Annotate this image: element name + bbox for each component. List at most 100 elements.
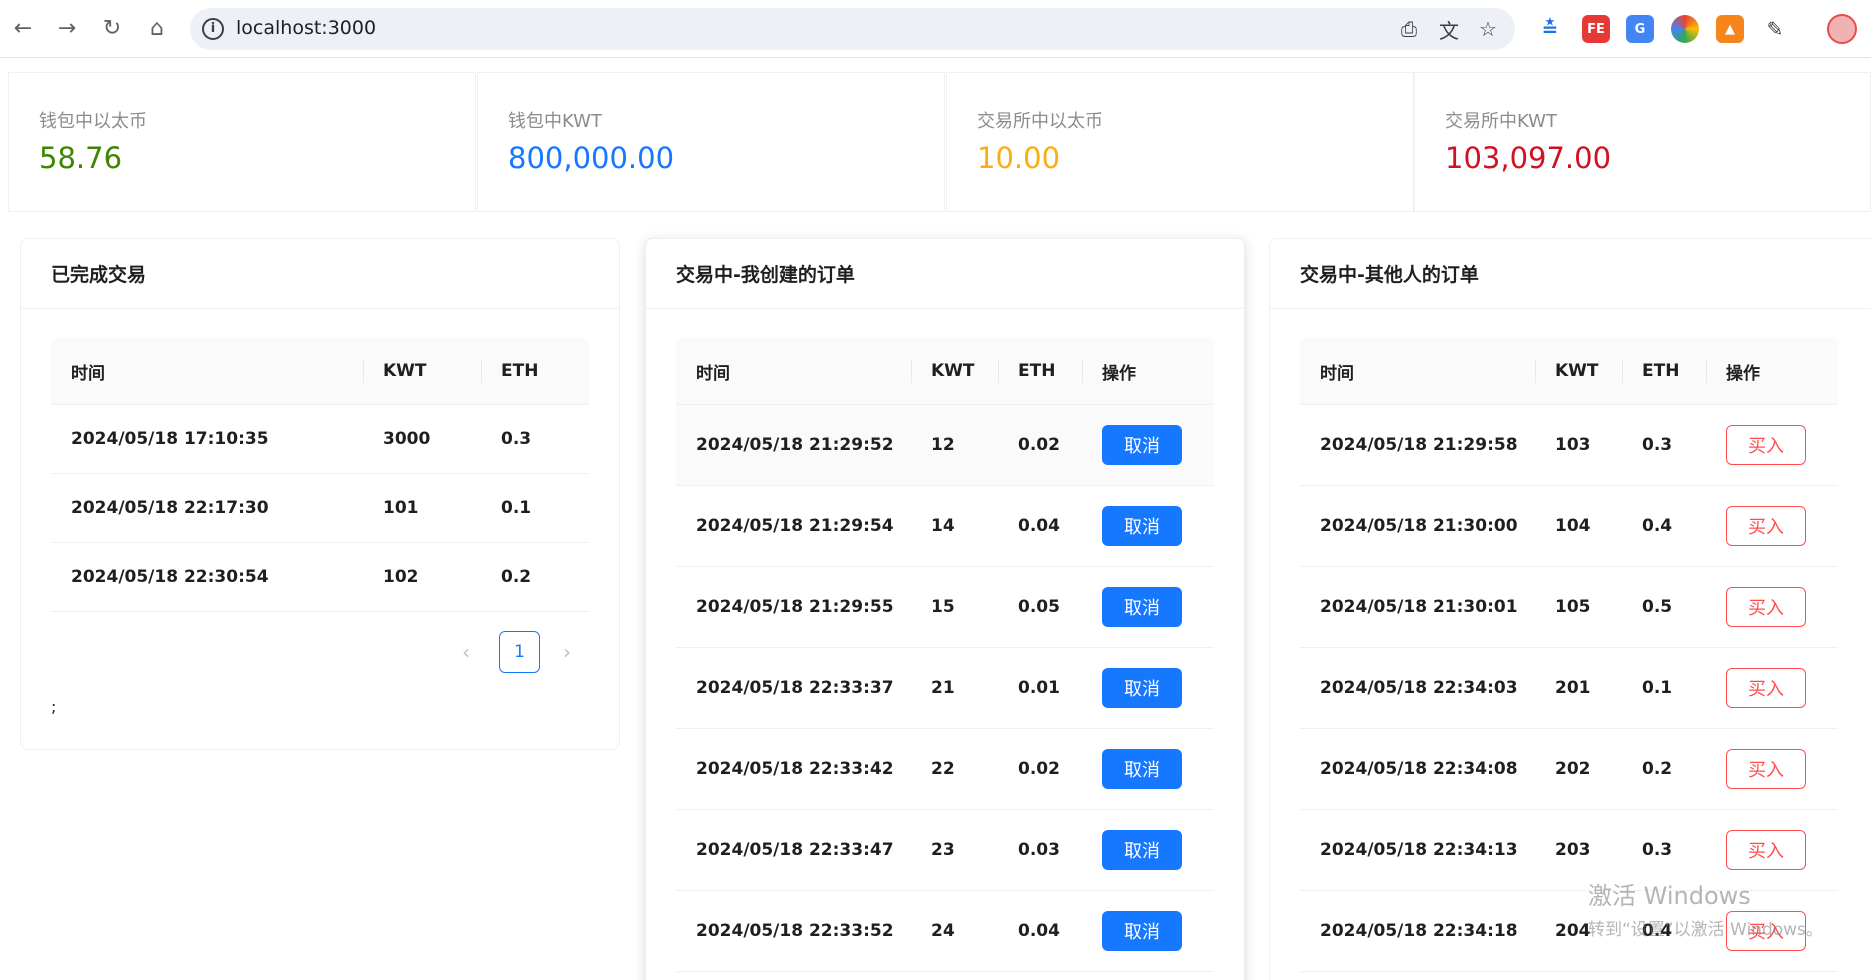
pagination-prev-icon[interactable]: ‹ xyxy=(449,631,483,673)
buy-order-button[interactable]: 买入 xyxy=(1726,587,1806,627)
column-header-eth: ETH xyxy=(1642,361,1680,381)
cell-kwt: 12 xyxy=(931,435,955,455)
cell-kwt: 104 xyxy=(1555,516,1591,536)
buy-order-button[interactable]: 买入 xyxy=(1726,506,1806,546)
cell-time: 2024/05/18 22:30:54 xyxy=(71,567,269,587)
cell-eth: 0.05 xyxy=(1018,597,1060,617)
cell-kwt: 204 xyxy=(1555,921,1591,941)
cell-time: 2024/05/18 22:33:42 xyxy=(696,759,894,779)
back-arrow-icon[interactable]: ← xyxy=(6,12,40,46)
cell-time: 2024/05/18 22:33:47 xyxy=(696,840,894,860)
table-row: 2024/05/18 22:17:30 101 0.1 xyxy=(51,474,589,543)
cell-eth: 0.02 xyxy=(1018,759,1060,779)
cell-kwt: 203 xyxy=(1555,840,1591,860)
home-icon[interactable]: ⌂ xyxy=(140,12,174,46)
stat-title: 钱包中以太币 xyxy=(39,111,147,132)
cell-eth: 0.3 xyxy=(1642,435,1673,455)
column-divider xyxy=(1622,359,1623,383)
panel-title: 交易中-其他人的订单 xyxy=(1270,239,1871,309)
cell-time: 2024/05/18 22:34:03 xyxy=(1320,678,1518,698)
column-header-kwt: KWT xyxy=(383,361,427,381)
pagination-next-icon[interactable]: › xyxy=(550,631,584,673)
table-row: 2024/05/18 22:33:42 22 0.02 取消 xyxy=(676,729,1214,810)
stat-card-wallet-eth: 钱包中以太币 58.76 xyxy=(8,72,476,212)
forward-arrow-icon[interactable]: → xyxy=(50,12,84,46)
cell-eth: 0.2 xyxy=(501,567,532,587)
cell-time: 2024/05/18 22:34:18 xyxy=(1320,921,1518,941)
cell-eth: 0.4 xyxy=(1642,516,1673,536)
extensions-puzzle-icon[interactable]: ✎ xyxy=(1761,15,1789,43)
cell-kwt: 102 xyxy=(383,567,419,587)
table-row: 2024/05/18 22:33:47 23 0.03 取消 xyxy=(676,810,1214,891)
cell-eth: 0.3 xyxy=(501,429,532,449)
column-header-kwt: KWT xyxy=(1555,361,1599,381)
translate-icon[interactable]: 文 xyxy=(1435,15,1463,43)
extension-color-picker-icon[interactable] xyxy=(1671,15,1699,43)
cancel-order-button[interactable]: 取消 xyxy=(1102,425,1182,465)
cancel-order-button[interactable]: 取消 xyxy=(1102,911,1182,951)
column-divider xyxy=(363,359,364,383)
buy-order-button[interactable]: 买入 xyxy=(1726,830,1806,870)
extension-google-translate-icon[interactable]: G xyxy=(1626,15,1654,43)
stat-title: 交易所中KWT xyxy=(1445,111,1557,132)
cell-time: 2024/05/18 17:10:35 xyxy=(71,429,269,449)
watermark-line-1: 激活 Windows xyxy=(1588,882,1751,910)
buy-order-button[interactable]: 买入 xyxy=(1726,749,1806,789)
browser-toolbar: ← → ↻ ⌂ i localhost:3000 ⎙ 文 ☆ ≛ FE G ▲ … xyxy=(0,0,1871,58)
table-row: 2024/05/18 21:29:54 14 0.04 取消 xyxy=(676,486,1214,567)
cell-time: 2024/05/18 21:30:00 xyxy=(1320,516,1518,536)
extension-metamask-fox-icon[interactable]: ▲ xyxy=(1716,15,1744,43)
stat-value: 800,000.00 xyxy=(508,141,675,175)
my-orders-table: 时间 KWT ETH 操作 2024/05/18 21:29:52 12 0.0… xyxy=(676,337,1214,972)
install-app-icon[interactable]: ⎙ xyxy=(1395,15,1423,43)
cell-kwt: 101 xyxy=(383,498,419,518)
column-divider xyxy=(1082,359,1083,383)
bookmark-star-icon[interactable]: ☆ xyxy=(1474,15,1502,43)
reload-icon[interactable]: ↻ xyxy=(95,12,129,46)
column-header-time: 时间 xyxy=(71,363,105,384)
table-row: 2024/05/18 21:30:00 104 0.4 买入 xyxy=(1300,486,1838,567)
cell-kwt: 3000 xyxy=(383,429,431,449)
profile-avatar[interactable] xyxy=(1827,14,1857,44)
cell-time: 2024/05/18 22:17:30 xyxy=(71,498,269,518)
cell-time: 2024/05/18 22:34:13 xyxy=(1320,840,1518,860)
cell-eth: 0.5 xyxy=(1642,597,1673,617)
site-info-icon[interactable]: i xyxy=(202,18,224,40)
cancel-order-button[interactable]: 取消 xyxy=(1102,830,1182,870)
cancel-order-button[interactable]: 取消 xyxy=(1102,668,1182,708)
table-row: 2024/05/18 17:10:35 3000 0.3 xyxy=(51,405,589,474)
trailing-text: ; xyxy=(51,697,57,716)
address-bar[interactable]: i localhost:3000 ⎙ 文 ☆ xyxy=(190,8,1515,50)
column-header-action: 操作 xyxy=(1102,363,1136,384)
cancel-order-button[interactable]: 取消 xyxy=(1102,749,1182,789)
cell-time: 2024/05/18 21:29:55 xyxy=(696,597,894,617)
address-url[interactable]: localhost:3000 xyxy=(236,17,376,39)
cancel-order-button[interactable]: 取消 xyxy=(1102,587,1182,627)
pagination-page-1[interactable]: 1 xyxy=(499,631,540,673)
watermark-line-2: 转到“设置”以激活 Windows。 xyxy=(1588,920,1823,940)
buy-order-button[interactable]: 买入 xyxy=(1726,425,1806,465)
table-header: 时间 KWT ETH 操作 xyxy=(1300,337,1838,405)
extension-fe-icon[interactable]: FE xyxy=(1582,15,1610,43)
my-orders-panel: 交易中-我创建的订单 时间 KWT ETH 操作 2024/05/18 21:2… xyxy=(645,238,1245,980)
cell-time: 2024/05/18 21:29:58 xyxy=(1320,435,1518,455)
table-row: 2024/05/18 21:29:58 103 0.3 买入 xyxy=(1300,405,1838,486)
cell-kwt: 22 xyxy=(931,759,955,779)
table-row: 2024/05/18 22:30:54 102 0.2 xyxy=(51,543,589,612)
buy-order-button[interactable]: 买入 xyxy=(1726,668,1806,708)
cell-kwt: 21 xyxy=(931,678,955,698)
cell-eth: 0.1 xyxy=(1642,678,1673,698)
table-header: 时间 KWT ETH xyxy=(51,337,589,405)
cell-kwt: 15 xyxy=(931,597,955,617)
column-header-time: 时间 xyxy=(1320,363,1354,384)
column-divider xyxy=(481,359,482,383)
cancel-order-button[interactable]: 取消 xyxy=(1102,506,1182,546)
table-row: 2024/05/18 22:34:03 201 0.1 买入 xyxy=(1300,648,1838,729)
table-row: 2024/05/18 21:30:01 105 0.5 买入 xyxy=(1300,567,1838,648)
column-header-kwt: KWT xyxy=(931,361,975,381)
panel-title: 已完成交易 xyxy=(21,239,619,309)
stat-value: 58.76 xyxy=(39,141,123,175)
extension-chevron-icon[interactable]: ≛ xyxy=(1536,15,1564,43)
column-divider xyxy=(1706,359,1707,383)
stat-value: 10.00 xyxy=(977,141,1061,175)
